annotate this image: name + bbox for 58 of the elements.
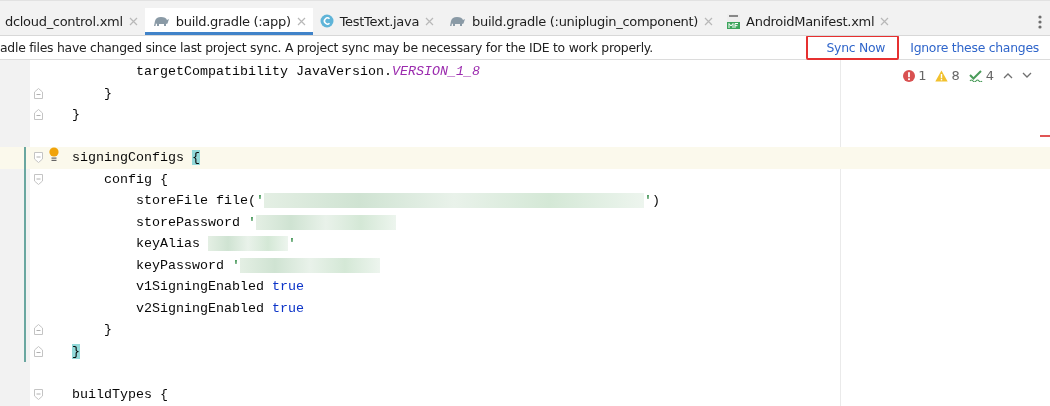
code-text: storePassword — [135, 214, 241, 230]
elephant-icon — [448, 15, 467, 27]
editor-tab[interactable]: build.gradle (:uniplugin_component) — [441, 8, 721, 35]
code-text: } — [103, 85, 112, 101]
lightbulb-icon[interactable] — [48, 147, 60, 163]
code-text: ) — [651, 193, 660, 209]
code-text: } — [72, 107, 80, 123]
code-text: ' — [288, 236, 296, 252]
code-text: v2SigningEnabled — [135, 300, 265, 316]
manifest-file-icon — [727, 13, 741, 29]
code-text: keyPassword — [135, 257, 225, 273]
code-text: } — [72, 343, 80, 359]
editor-tab[interactable]: dcloud_control.xml — [0, 8, 145, 35]
close-icon — [704, 16, 714, 26]
code-text: signingConfigs — [72, 150, 185, 166]
error-icon — [903, 69, 916, 82]
code-text: ' — [247, 214, 256, 230]
code-text: keyAlias — [135, 236, 201, 252]
code-text: VERSION_1_8 — [391, 64, 480, 80]
elephant-icon — [151, 15, 170, 27]
fold-icon[interactable] — [33, 388, 43, 400]
warning-icon — [935, 69, 949, 82]
code-text: storeFile file( — [135, 193, 256, 209]
inspection-counter[interactable]: 4 — [968, 68, 994, 83]
code-text: } — [103, 322, 112, 338]
chevron-up-icon[interactable] — [1003, 72, 1013, 79]
code-text: true — [271, 279, 304, 295]
code-text: ' — [231, 257, 240, 273]
editor-tab[interactable]: AndroidManifest.xml — [720, 8, 897, 35]
fold-icon[interactable] — [33, 324, 43, 336]
fold-icon[interactable] — [33, 345, 43, 357]
code-text: targetCompatibility JavaVersion. — [135, 64, 392, 80]
code-text: config { — [103, 171, 168, 187]
code-text: v1SigningEnabled — [135, 279, 265, 295]
error-stripe-mark — [1040, 135, 1050, 137]
class-icon — [319, 14, 334, 28]
inspection-counter[interactable]: 1 — [903, 68, 927, 83]
code-text: buildTypes { — [72, 386, 168, 402]
code-text: true — [271, 300, 304, 316]
check-icon — [968, 69, 983, 82]
inspection-counter[interactable]: 8 — [935, 68, 960, 83]
fold-icon[interactable] — [33, 173, 43, 185]
fold-icon[interactable] — [33, 87, 43, 99]
fold-icon[interactable] — [33, 152, 43, 164]
close-icon — [128, 16, 138, 26]
action-link[interactable]: Ignore these changes — [902, 38, 1047, 57]
code-text: { — [192, 150, 200, 166]
notification-text: adle files have changed since last project sync. A project sync may be necessary for the IDE to work properly. — [0, 40, 654, 55]
editor-tab[interactable]: TestText.java — [312, 8, 442, 35]
close-icon — [296, 16, 306, 26]
editor-tab[interactable]: build.gradle (:app) — [144, 8, 313, 35]
chevron-down-icon[interactable] — [1022, 72, 1032, 79]
code-text: ' — [643, 193, 652, 209]
fold-icon[interactable] — [33, 109, 43, 121]
close-icon — [880, 16, 890, 26]
close-icon — [425, 16, 435, 26]
more-icon[interactable] — [1038, 15, 1042, 29]
code-text: ' — [255, 193, 264, 209]
